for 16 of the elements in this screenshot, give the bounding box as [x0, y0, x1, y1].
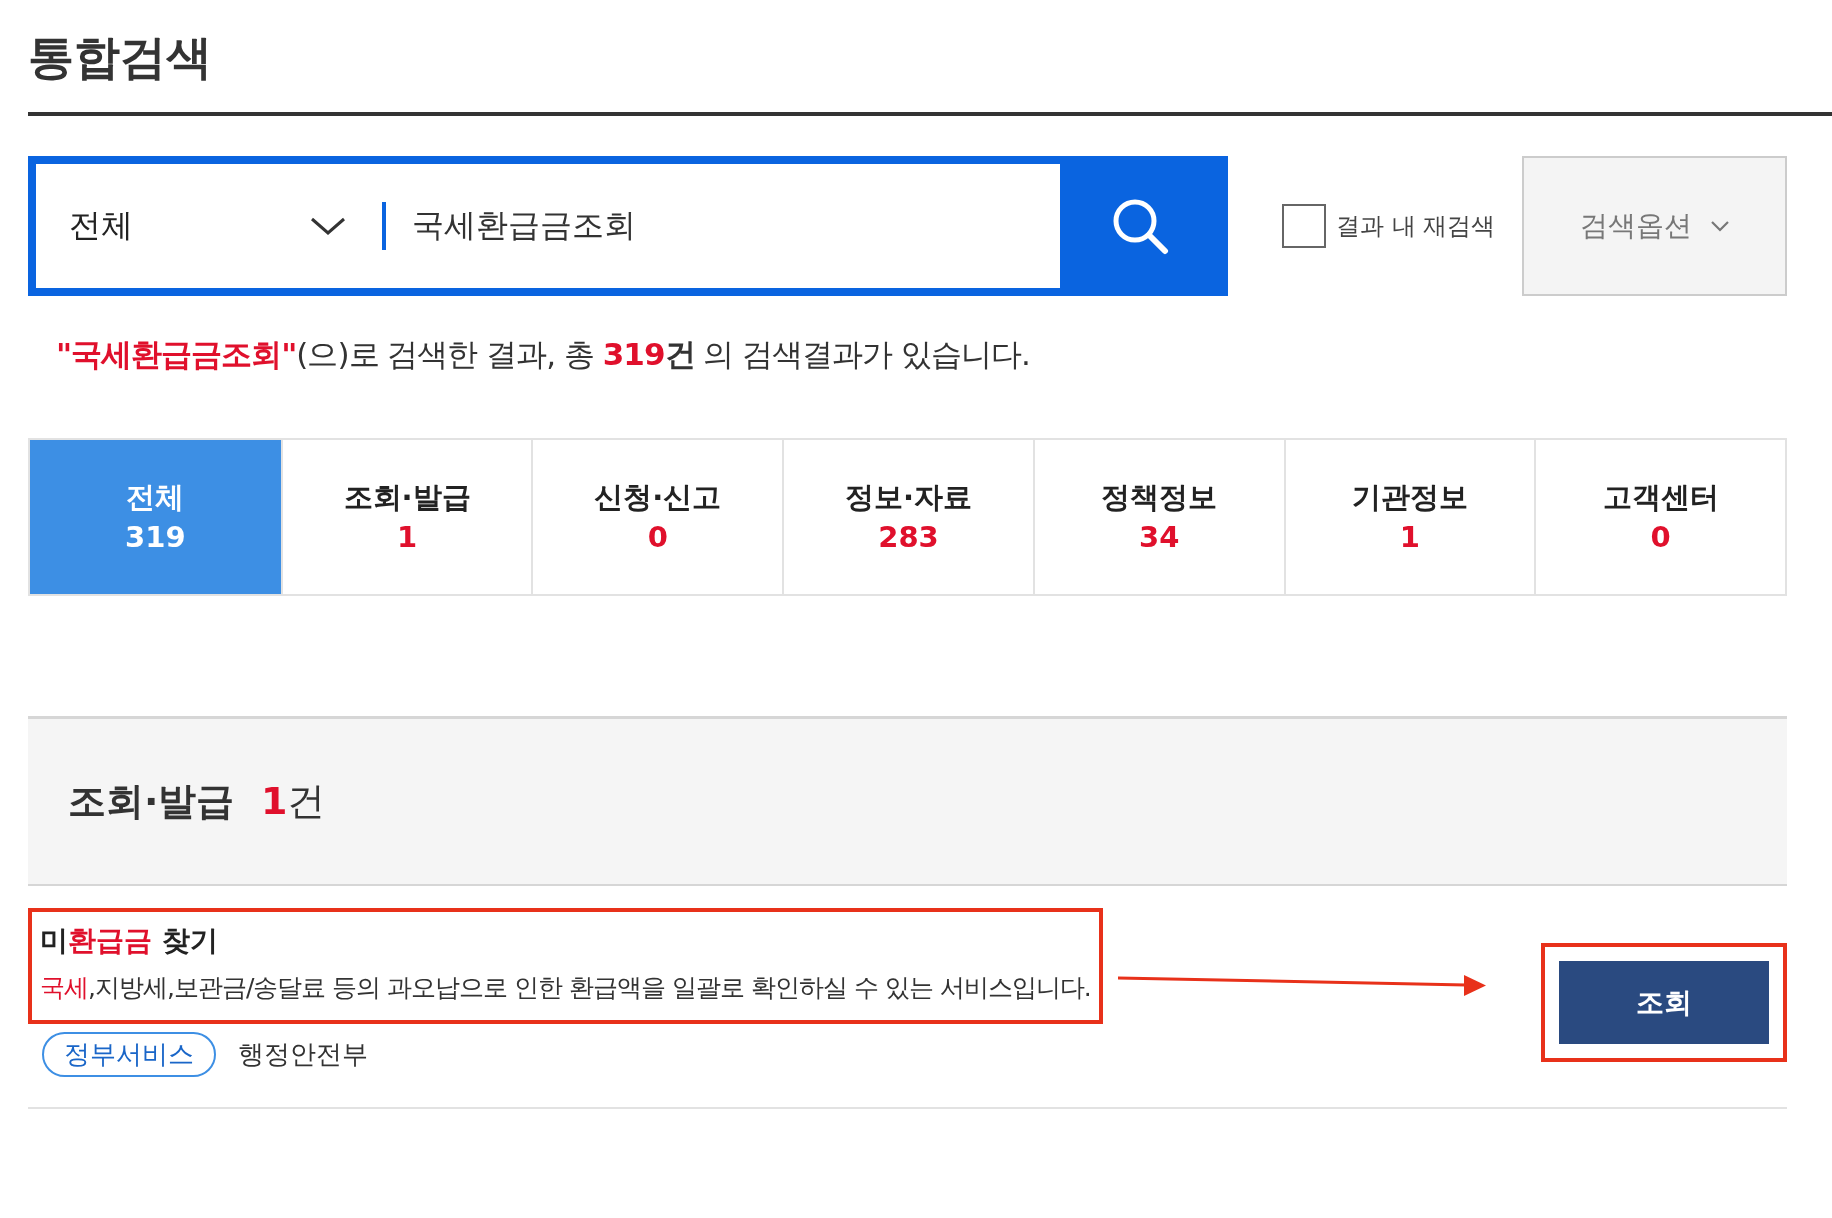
chevron-down-icon [1709, 220, 1730, 232]
result-summary: "국세환급금조회"(으)로 검색한 결과, 총 319건 의 검색결과가 있습니다. [56, 335, 1031, 374]
service-tag: 정부서비스 [42, 1032, 216, 1077]
refine-checkbox[interactable] [1282, 204, 1326, 248]
lookup-button[interactable]: 조회 [1559, 961, 1769, 1044]
scope-dropdown[interactable]: 전체 [36, 202, 386, 250]
search-field[interactable]: 국세환급금조회 [386, 207, 1060, 245]
result-title[interactable]: 미환급금 찾기 [40, 918, 1091, 964]
search-icon [1111, 197, 1169, 255]
agency-name: 행정안전부 [238, 1038, 368, 1071]
result-description: 국세,지방세,보관금/송달료 등의 과오납으로 인한 환급액을 일괄로 확인하실 수 있는 서비스입니다. [40, 972, 1091, 1004]
refine-label: 결과 내 재검색 [1336, 211, 1496, 242]
section-title: 조회·발급 1건 [68, 778, 326, 825]
search-options-button[interactable]: 검색옵션 [1522, 156, 1787, 296]
chevron-down-icon [310, 216, 346, 236]
page-title: 통합검색 [28, 29, 213, 86]
